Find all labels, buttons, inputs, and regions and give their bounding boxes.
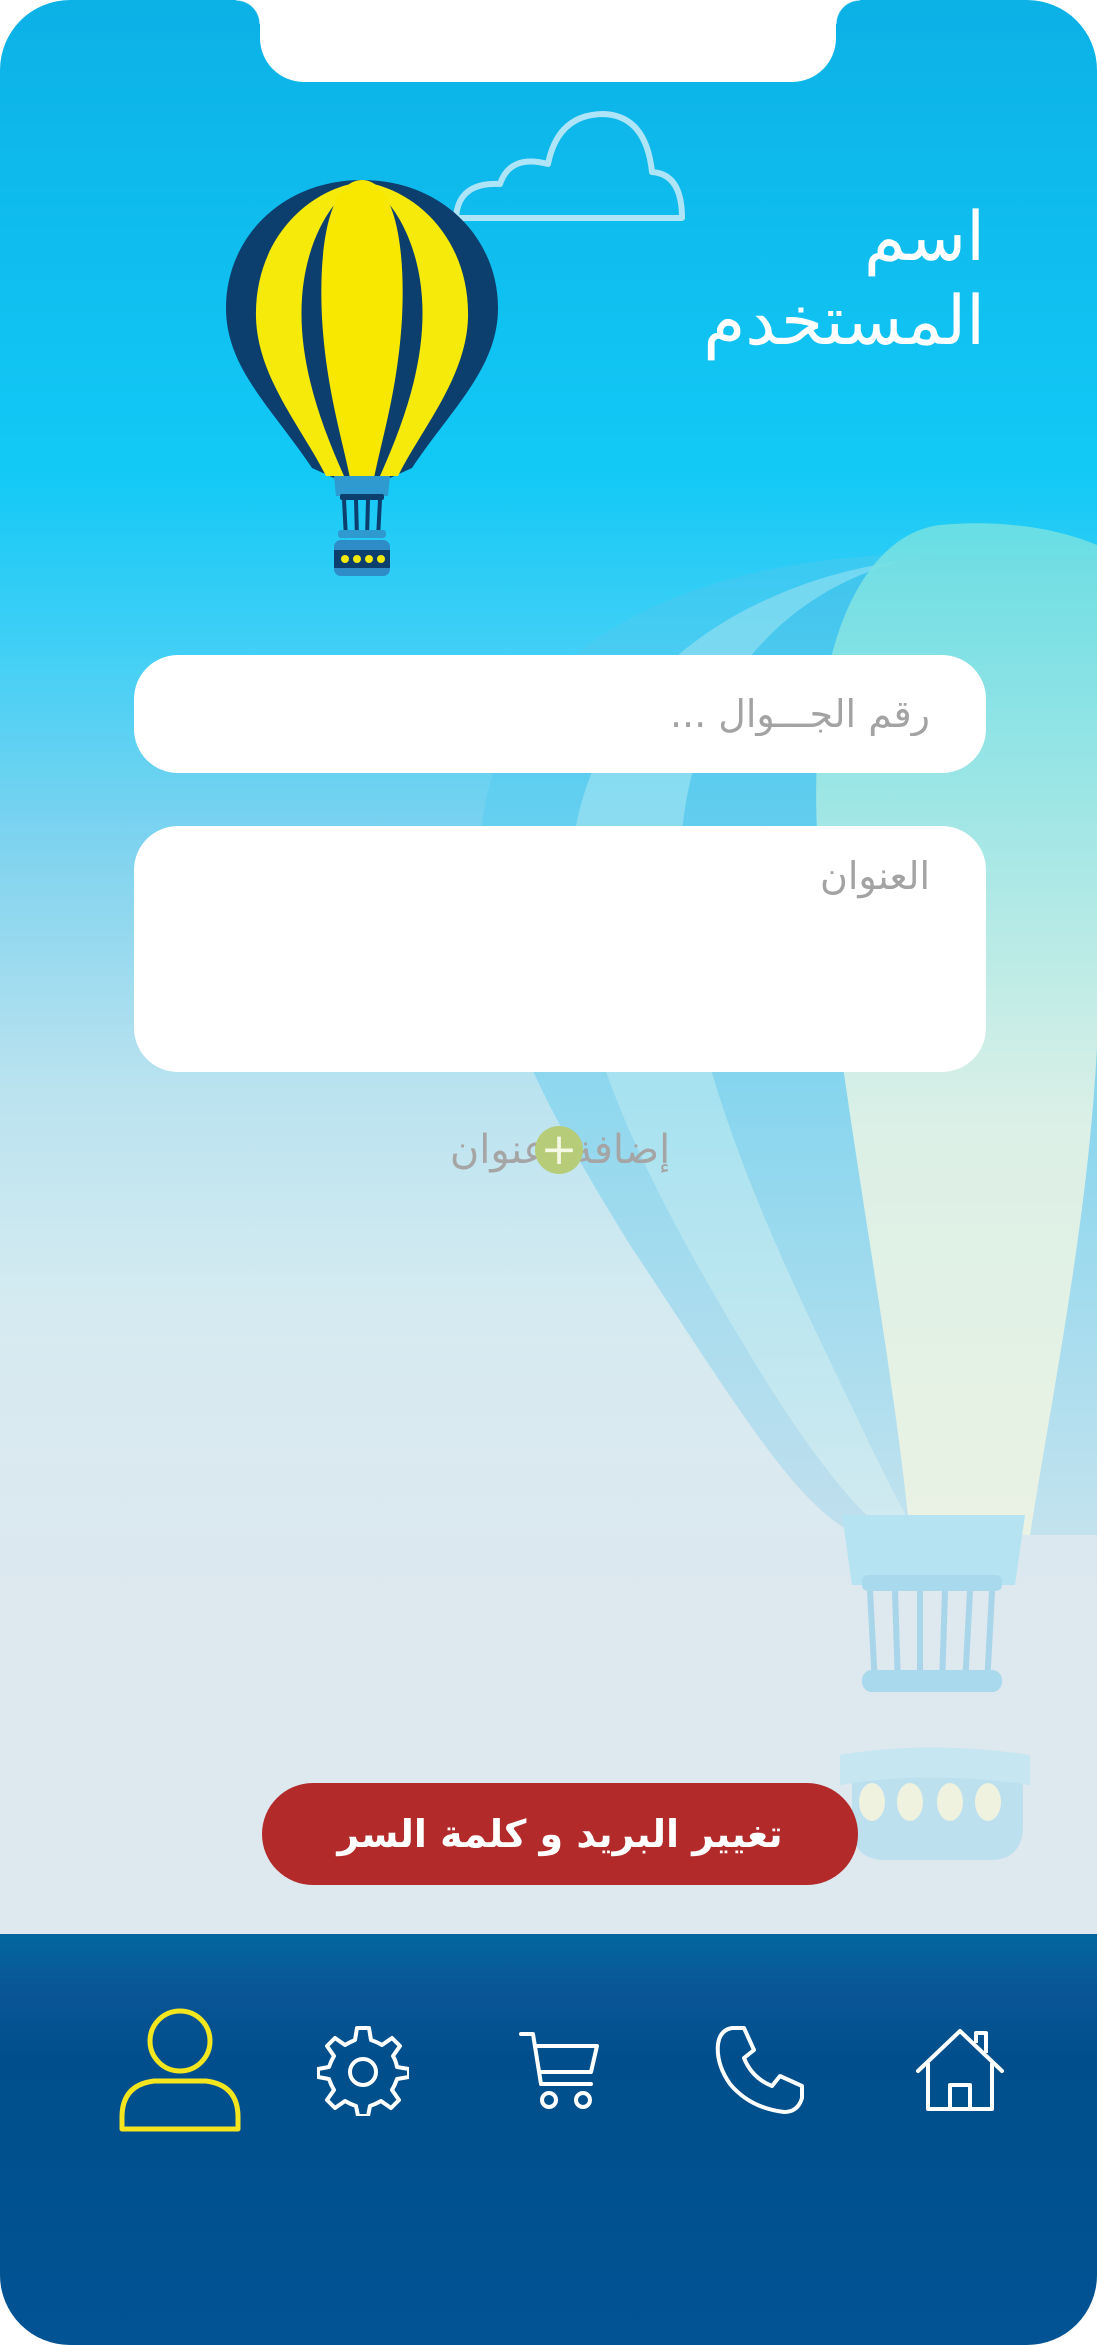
hot-air-balloon-illustration: [226, 180, 498, 576]
home-icon: [916, 2029, 1004, 2111]
device-notch: [260, 0, 836, 82]
plus-circle-icon: +: [535, 1126, 583, 1174]
user-icon: [119, 2008, 241, 2132]
notch-corner-right: [836, 0, 860, 24]
tab-cart[interactable]: [490, 2000, 630, 2140]
change-email-password-button[interactable]: تغيير البريد و كلمة السر: [262, 1783, 858, 1885]
tab-home[interactable]: [890, 2000, 1030, 2140]
tab-contact[interactable]: [690, 2000, 830, 2140]
screen: اسم المستخدم إضافة عنوان + تغيير البريد …: [0, 0, 1097, 2345]
phone-icon: [715, 2026, 804, 2114]
user-name-title: اسم المستخدم: [703, 198, 985, 361]
address-textarea[interactable]: [134, 826, 986, 1072]
gear-icon: [317, 2026, 409, 2116]
tab-settings[interactable]: [293, 2000, 433, 2140]
tab-profile[interactable]: [110, 2000, 250, 2140]
notch-corner-left: [236, 0, 260, 24]
phone-number-input[interactable]: [134, 655, 986, 773]
cart-icon: [519, 2032, 599, 2109]
